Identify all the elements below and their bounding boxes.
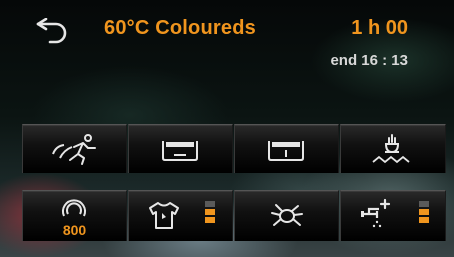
speed-button[interactable] bbox=[22, 124, 127, 173]
water-level-low-button[interactable] bbox=[128, 124, 233, 173]
tap-plus-icon bbox=[361, 198, 391, 228]
program-duration: 1 h 00 bbox=[351, 17, 408, 39]
tub-high-water-icon bbox=[268, 141, 304, 161]
level-segment bbox=[419, 201, 429, 207]
spin-speed-button[interactable]: 800 bbox=[22, 190, 127, 241]
level-segment bbox=[419, 217, 429, 223]
allergy-button[interactable] bbox=[234, 190, 339, 241]
level-segment bbox=[205, 201, 215, 207]
tub-low-water-icon bbox=[162, 141, 198, 161]
program-screen: 60°C Coloureds 1 h 00 end 16 : 13 800 bbox=[0, 0, 454, 257]
program-title: 60°C Coloureds bbox=[104, 17, 256, 39]
spin-speed-value: 800 bbox=[62, 222, 87, 238]
rinse-button[interactable] bbox=[340, 190, 446, 241]
stain-button[interactable] bbox=[128, 190, 233, 241]
running-person-icon bbox=[52, 134, 96, 165]
water-level-high-button[interactable] bbox=[234, 124, 339, 173]
spin-drum-icon bbox=[62, 199, 86, 217]
shirt-stain-icon bbox=[149, 202, 179, 229]
level-segment bbox=[419, 209, 429, 215]
back-button[interactable] bbox=[32, 17, 70, 48]
soak-button[interactable] bbox=[340, 124, 446, 173]
hand-in-water-icon bbox=[372, 134, 410, 164]
mite-icon bbox=[271, 204, 303, 226]
rinse-level-indicator bbox=[419, 201, 429, 225]
level-segment bbox=[205, 209, 215, 215]
level-segment bbox=[205, 217, 215, 223]
program-end-time: end 16 : 13 bbox=[330, 52, 408, 69]
stain-level-indicator bbox=[205, 201, 215, 225]
back-arrow-icon bbox=[36, 17, 67, 44]
